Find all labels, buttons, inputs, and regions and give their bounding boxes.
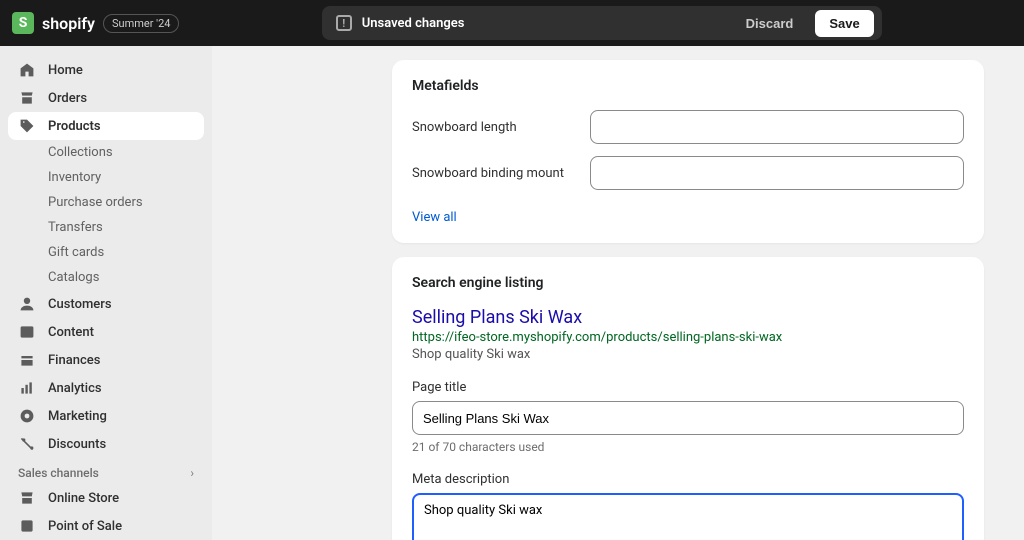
nav-catalogs[interactable]: Catalogs <box>8 265 204 290</box>
save-button[interactable]: Save <box>815 10 873 37</box>
nav-products[interactable]: Products <box>8 112 204 140</box>
pos-icon <box>18 517 36 535</box>
nav-label: Products <box>48 119 101 134</box>
content-icon <box>18 323 36 341</box>
metafields-title: Metafields <box>412 78 964 94</box>
alert-icon: ! <box>336 15 352 31</box>
season-badge: Summer '24 <box>103 14 179 33</box>
chevron-right-icon: › <box>190 466 194 480</box>
nav-pos[interactable]: Point of Sale <box>8 512 204 540</box>
meta-desc-label: Meta description <box>412 472 964 487</box>
snowboard-binding-input[interactable] <box>590 156 964 190</box>
nav-orders[interactable]: Orders <box>8 84 204 112</box>
sales-channels-header[interactable]: Sales channels › <box>8 458 204 484</box>
topbar: S shopify Summer '24 ! Unsaved changes D… <box>0 0 1024 46</box>
brand-area: S shopify Summer '24 <box>12 12 179 34</box>
nav-label: Content <box>48 325 94 340</box>
content-area: Metafields Snowboard length Snowboard bi… <box>212 46 1024 540</box>
marketing-icon <box>18 407 36 425</box>
seo-preview-url: https://ifeo-store.myshopify.com/product… <box>412 330 964 345</box>
unsaved-bar: ! Unsaved changes Discard Save <box>322 6 882 40</box>
nav-purchase-orders[interactable]: Purchase orders <box>8 190 204 215</box>
section-label: Sales channels <box>18 466 99 480</box>
snowboard-length-input[interactable] <box>590 110 964 144</box>
home-icon <box>18 61 36 79</box>
discard-button[interactable]: Discard <box>736 10 804 37</box>
shopify-logo-icon: S <box>12 12 34 34</box>
nav-home[interactable]: Home <box>8 56 204 84</box>
page-title-input[interactable] <box>412 401 964 435</box>
nav-label: Online Store <box>48 491 119 506</box>
nav-online-store[interactable]: Online Store <box>8 484 204 512</box>
page-title-help: 21 of 70 characters used <box>412 440 964 454</box>
nav-label: Point of Sale <box>48 519 122 534</box>
store-icon <box>18 489 36 507</box>
seo-preview-title: Selling Plans Ski Wax <box>412 307 964 328</box>
meta-desc-textarea[interactable] <box>412 493 964 540</box>
view-all-link[interactable]: View all <box>412 210 457 225</box>
nav-label: Discounts <box>48 437 106 452</box>
page-title-label: Page title <box>412 380 964 395</box>
nav-gift-cards[interactable]: Gift cards <box>8 240 204 265</box>
nav-marketing[interactable]: Marketing <box>8 402 204 430</box>
unsaved-text: Unsaved changes <box>362 16 465 31</box>
finances-icon <box>18 351 36 369</box>
nav-label: Customers <box>48 297 112 312</box>
nav-content[interactable]: Content <box>8 318 204 346</box>
discounts-icon <box>18 435 36 453</box>
metafields-card: Metafields Snowboard length Snowboard bi… <box>392 60 984 243</box>
nav-inventory[interactable]: Inventory <box>8 165 204 190</box>
brand-name: shopify <box>42 14 95 33</box>
seo-preview-desc: Shop quality Ski wax <box>412 347 964 362</box>
analytics-icon <box>18 379 36 397</box>
orders-icon <box>18 89 36 107</box>
nav-analytics[interactable]: Analytics <box>8 374 204 402</box>
snowboard-binding-label: Snowboard binding mount <box>412 166 590 181</box>
nav-transfers[interactable]: Transfers <box>8 215 204 240</box>
nav-label: Home <box>48 63 83 78</box>
nav-label: Finances <box>48 353 100 368</box>
seo-card: Search engine listing Selling Plans Ski … <box>392 257 984 540</box>
nav-label: Orders <box>48 91 87 106</box>
nav-label: Marketing <box>48 409 107 424</box>
nav-customers[interactable]: Customers <box>8 290 204 318</box>
products-icon <box>18 117 36 135</box>
sidebar: Home Orders Products Collections Invento… <box>0 46 212 540</box>
nav-collections[interactable]: Collections <box>8 140 204 165</box>
nav-label: Analytics <box>48 381 102 396</box>
customers-icon <box>18 295 36 313</box>
nav-discounts[interactable]: Discounts <box>8 430 204 458</box>
nav-finances[interactable]: Finances <box>8 346 204 374</box>
seo-heading: Search engine listing <box>412 275 964 291</box>
snowboard-length-label: Snowboard length <box>412 120 590 135</box>
